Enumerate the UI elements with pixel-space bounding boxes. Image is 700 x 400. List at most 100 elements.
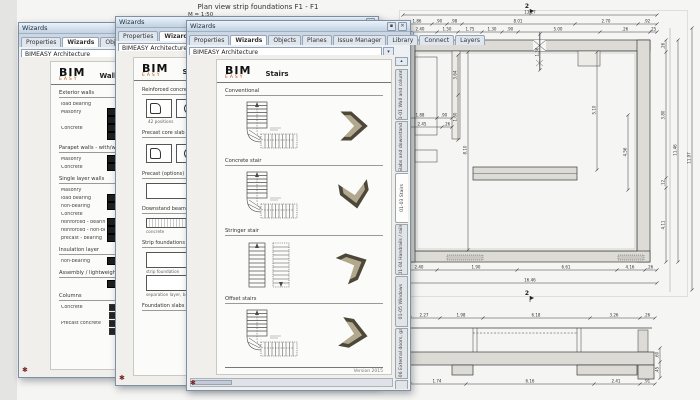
close-icon[interactable]: ✕: [398, 22, 407, 31]
tab-planes[interactable]: Planes: [302, 35, 332, 45]
window-title: Wizards: [190, 21, 216, 31]
tab-issue-manager[interactable]: Issue Manager: [333, 35, 387, 45]
wall-type-label: load bearing: [61, 196, 105, 201]
window-titlebar[interactable]: Wizards ▪ ✕: [187, 21, 410, 32]
svg-text:6.61: 6.61: [562, 264, 571, 269]
scroll-up-icon[interactable]: ▴: [395, 57, 408, 66]
svg-text:.26: .26: [660, 42, 665, 49]
side-tab-label: 01-05 Windows: [399, 284, 404, 319]
slab-thumbnail-slab[interactable]: [146, 99, 172, 118]
tab-strip: PropertiesWizardsObjectsPlanesIssue Mana…: [187, 32, 410, 45]
window-title: Wizards: [119, 17, 145, 27]
side-tab-01-03[interactable]: 01-03 Stairs: [395, 173, 408, 224]
wall-type-label: non-bearing: [61, 204, 105, 209]
stair-arrow-icon[interactable]: [335, 106, 375, 146]
wizard-badge-icon[interactable]: ✱: [190, 379, 196, 387]
svg-text:.12: .12: [660, 179, 665, 186]
side-tab-label: 01-02 Slabs and downstand beams: [399, 121, 404, 172]
svg-text:.26: .26: [647, 264, 654, 269]
stair-section-conventional: Conventional: [217, 88, 391, 153]
svg-text:.90: .90: [507, 26, 514, 31]
svg-text:1.75: 1.75: [466, 26, 475, 31]
application-stage: 13.271.86.90.988.012.70.922.401.501.751.…: [0, 0, 700, 400]
window-title: Wizards: [22, 23, 48, 33]
svg-text:6.16: 6.16: [526, 378, 535, 383]
wall-type-label: Precast concrete: [61, 321, 105, 326]
svg-text:.98: .98: [451, 18, 458, 23]
horizontal-scrollbar[interactable]: [190, 378, 393, 387]
side-tab-label: 01-04 Handrails / rails: [399, 224, 404, 275]
svg-text:1.36: 1.36: [534, 47, 539, 56]
side-tab-label: 01-06 External doors, gates: [399, 328, 404, 379]
svg-text:8.01: 8.01: [514, 18, 523, 23]
svg-text:.92: .92: [644, 18, 651, 23]
side-tab-01-05[interactable]: 01-05 Windows: [395, 276, 408, 327]
svg-text:.45: .45: [654, 366, 659, 373]
svg-text:6.18: 6.18: [532, 312, 541, 317]
canvas-left-margin: [0, 0, 17, 400]
svg-text:16.46: 16.46: [524, 277, 536, 282]
svg-text:2: 2: [525, 3, 529, 10]
svg-text:11.97: 11.97: [686, 152, 691, 164]
wall-type-label: Masonry: [61, 188, 105, 193]
wizard-badge-icon[interactable]: ✱: [22, 366, 28, 374]
side-tab-01-07[interactable]: 01-07 doors: [395, 380, 408, 389]
tab-library[interactable]: Library: [387, 35, 418, 45]
tab-wizards[interactable]: Wizards: [230, 35, 267, 45]
svg-text:4.16: 4.16: [626, 264, 635, 269]
wall-type-label: reinforced - bearing: [61, 220, 105, 225]
wizard-side-tab-strip: ▴ 01-01 Wall and columns01-02 Slabs and …: [395, 57, 408, 376]
svg-text:1.74: 1.74: [433, 378, 442, 383]
help-icon[interactable]: ▪: [387, 22, 396, 31]
svg-text:1.50: 1.50: [443, 26, 452, 31]
side-tab-01-04[interactable]: 01-04 Handrails / rails: [395, 224, 408, 275]
svg-text:.90: .90: [436, 18, 443, 23]
svg-text:2.45: 2.45: [418, 121, 427, 126]
svg-text:1.60: 1.60: [452, 112, 457, 121]
stair-arrow-icon[interactable]: [335, 245, 375, 285]
wall-type-label: Concrete: [61, 165, 105, 170]
side-tab-01-02[interactable]: 01-02 Slabs and downstand beams: [395, 121, 408, 172]
tab-connect[interactable]: Connect: [419, 35, 454, 45]
tab-properties[interactable]: Properties: [21, 37, 61, 47]
svg-text:3.26: 3.26: [610, 312, 619, 317]
stair-plan-diagram[interactable]: [237, 240, 301, 290]
tab-properties[interactable]: Properties: [118, 31, 158, 41]
wall-type-label: Concrete: [61, 305, 105, 310]
svg-text:5.10: 5.10: [591, 105, 596, 114]
stair-plan-diagram[interactable]: [237, 170, 301, 222]
svg-text:1.88: 1.88: [416, 112, 425, 117]
stair-arrow-icon[interactable]: [335, 176, 375, 216]
svg-text:.60: .60: [654, 351, 659, 358]
section-header: Offset stairs: [225, 296, 383, 304]
side-tab-01-01[interactable]: 01-01 Wall and columns: [395, 69, 408, 120]
tab-properties[interactable]: Properties: [189, 35, 229, 45]
side-tab-01-06[interactable]: 01-06 External doors, gates: [395, 328, 408, 379]
svg-text:.26: .26: [622, 26, 629, 31]
wall-type-label: Concrete: [61, 126, 105, 131]
slab-thumbnail-slab[interactable]: [146, 144, 172, 163]
svg-text:2.70: 2.70: [602, 18, 611, 23]
section-header: Stringer stair: [225, 228, 383, 236]
svg-text:3.64: 3.64: [452, 70, 457, 79]
stair-arrow-icon[interactable]: [335, 314, 375, 354]
wizard-badge-icon[interactable]: ✱: [119, 374, 125, 382]
bimeasy-logo: BIM: [142, 64, 168, 73]
svg-text:2.40: 2.40: [416, 26, 425, 31]
svg-text:4.56: 4.56: [622, 147, 627, 156]
tab-wizards[interactable]: Wizards: [62, 37, 99, 47]
svg-text:.26: .26: [644, 312, 651, 317]
svg-text:2: 2: [525, 290, 529, 297]
tab-layers[interactable]: Layers: [455, 35, 485, 45]
section-header: Concrete stair: [225, 158, 383, 166]
side-tab-label: 01-01 Wall and columns: [399, 69, 404, 120]
stair-section-stringer: Stringer stair: [217, 228, 391, 291]
stair-plan-diagram[interactable]: [237, 100, 301, 152]
wall-type-label: load bearing: [61, 102, 105, 107]
wall-type-label: reinforced - non-bearing: [61, 228, 105, 233]
section-header: Conventional: [225, 88, 383, 96]
scrollbar-thumb[interactable]: [192, 380, 232, 385]
tab-objects[interactable]: Objects: [268, 35, 301, 45]
stair-plan-diagram[interactable]: [237, 308, 301, 360]
wizard-sheet: BIM EASY Stairs Conventional Concrete st…: [216, 59, 392, 375]
